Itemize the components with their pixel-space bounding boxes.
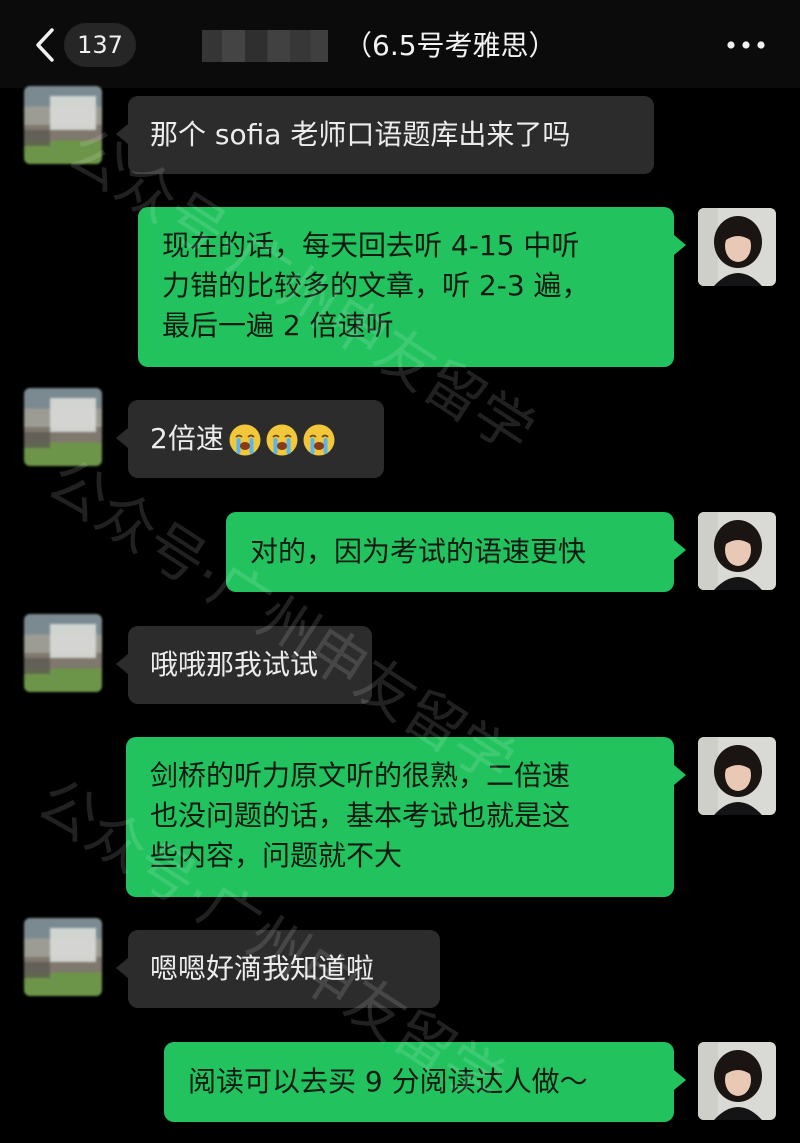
message-text: 现在的话，每天回去听 4-15 中听 力错的比较多的文章，听 2-3 遍， 最后…	[162, 229, 590, 342]
unread-count-badge[interactable]: 137	[64, 23, 136, 67]
chat-title: （6.5号考雅思）	[344, 29, 557, 62]
message-bubble-outgoing[interactable]: 剑桥的听力原文听的很熟，二倍速 也没问题的话，基本考试也就是这 些内容，问题就不…	[126, 737, 686, 897]
message-bubble-outgoing[interactable]: 现在的话，每天回去听 4-15 中听 力错的比较多的文章，听 2-3 遍， 最后…	[138, 207, 686, 367]
group-name-mosaic	[202, 30, 328, 62]
sender-avatar[interactable]	[24, 86, 102, 164]
message-text: 那个 sofia 老师口语题库出来了吗	[150, 118, 571, 151]
crying-face-emoji	[266, 424, 298, 456]
my-avatar[interactable]	[698, 512, 776, 590]
emoji-group	[228, 423, 336, 457]
sender-avatar[interactable]	[24, 918, 102, 996]
chat-header: 137 （6.5号考雅思）	[0, 0, 800, 88]
more-dots-icon[interactable]	[722, 26, 770, 64]
sender-avatar[interactable]	[24, 614, 102, 692]
message-bubble-outgoing[interactable]: 对的，因为考试的语速更快	[226, 512, 686, 592]
message-bubble-incoming[interactable]: 哦哦那我试试	[116, 626, 372, 704]
sender-avatar[interactable]	[24, 388, 102, 466]
my-avatar[interactable]	[698, 737, 776, 815]
message-bubble-incoming[interactable]: 那个 sofia 老师口语题库出来了吗	[116, 96, 654, 174]
message-text: 对的，因为考试的语速更快	[250, 535, 587, 568]
message-text: 阅读可以去买 9 分阅读达人做～	[188, 1065, 588, 1098]
message-text: 哦哦那我试试	[150, 648, 319, 681]
message-text: 嗯嗯好滴我知道啦	[150, 952, 375, 985]
message-text: 2倍速	[150, 422, 224, 455]
my-avatar[interactable]	[698, 208, 776, 286]
my-avatar[interactable]	[698, 1042, 776, 1120]
crying-face-emoji	[229, 424, 261, 456]
message-bubble-incoming[interactable]: 2倍速	[116, 400, 384, 478]
message-bubble-outgoing[interactable]: 阅读可以去买 9 分阅读达人做～	[164, 1042, 686, 1122]
message-bubble-incoming[interactable]: 嗯嗯好滴我知道啦	[116, 930, 440, 1008]
message-text: 剑桥的听力原文听的很熟，二倍速 也没问题的话，基本考试也就是这 些内容，问题就不…	[150, 759, 571, 872]
crying-face-emoji	[303, 424, 335, 456]
chevron-left-icon[interactable]	[30, 26, 60, 64]
